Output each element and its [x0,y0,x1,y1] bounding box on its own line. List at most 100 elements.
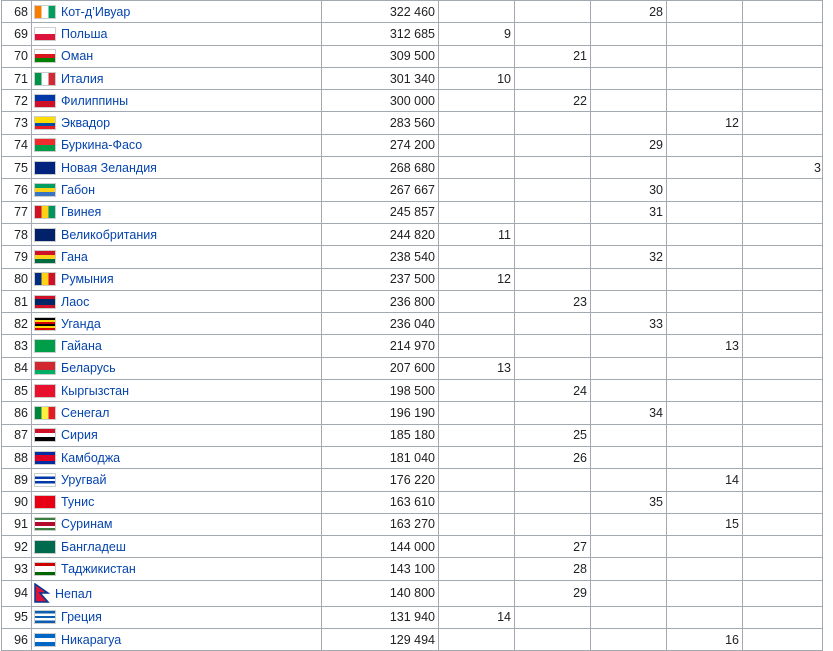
rank-column-2-cell [514,401,591,425]
rank-column-5-cell [742,200,823,224]
country-link[interactable]: Польша [61,27,107,41]
rank-cell: 88 [1,445,32,470]
country-link[interactable]: Суринам [61,517,113,531]
rank-column-5-cell [742,111,823,135]
country-link[interactable]: Таджикистан [61,562,136,576]
country-cell: Греция [31,605,322,630]
flag-syria-icon [34,428,56,443]
country-link[interactable]: Уругвай [61,473,106,487]
table-row: 90 Тунис 163 610 35 [1,490,823,514]
rank-column-3-cell: 35 [590,490,667,514]
rank-column-5-cell [742,512,823,537]
table-row: 86 Сенегал 196 190 34 [1,401,823,425]
country-cell: Таджикистан [31,557,322,581]
rank-column-4-cell [666,356,743,381]
rank-cell: 81 [1,289,32,314]
country-link[interactable]: Филиппины [61,94,128,108]
table-row: 76 Габон 267 667 30 [1,178,823,202]
rank-cell: 86 [1,401,32,425]
rank-column-3-cell: 32 [590,245,667,269]
rank-cell: 70 [1,44,32,68]
rank-column-2-cell [514,628,591,651]
rank-column-5-cell [742,401,823,425]
rank-column-4-cell [666,312,743,336]
flag-romania-icon [34,272,56,287]
rank-column-5-cell [742,334,823,358]
country-cell: Румыния [31,267,322,291]
country-link[interactable]: Буркина-Фасо [61,138,142,152]
rank-column-5-cell [742,379,823,403]
country-cell: Камбоджа [31,445,322,470]
country-cell: Филиппины [31,89,322,113]
country-link[interactable]: Непал [55,587,92,601]
rank-column-2-cell [514,312,591,336]
country-link[interactable]: Сенегал [61,406,109,420]
rank-column-5-cell [742,222,823,247]
rank-column-5-cell [742,267,823,291]
rank-column-3-cell [590,44,667,68]
area-cell: 236 800 [321,289,439,314]
country-link[interactable]: Гайана [61,339,102,353]
country-link[interactable]: Румыния [61,272,114,286]
country-link[interactable]: Великобритания [61,228,157,242]
country-link[interactable]: Бангладеш [61,540,126,554]
country-link[interactable]: Оман [61,49,93,63]
country-link[interactable]: Эквадор [61,116,110,130]
rank-cell: 73 [1,111,32,135]
rank-column-4-cell [666,401,743,425]
table-row: 73 Эквадор 283 560 12 [1,111,823,135]
country-cell: Оман [31,44,322,68]
rank-cell: 89 [1,468,32,492]
rank-column-2-cell [514,512,591,537]
country-link[interactable]: Кыргызстан [61,384,129,398]
rank-column-5-cell [742,0,823,24]
country-link[interactable]: Греция [61,610,102,624]
country-link[interactable]: Беларусь [61,361,116,375]
rank-column-5-cell [742,22,823,46]
rank-column-1-cell [438,445,515,470]
area-cell: 176 220 [321,468,439,492]
country-link[interactable]: Уганда [61,317,101,331]
country-cell: Непал [31,579,322,607]
rank-column-5-cell [742,312,823,336]
table-row: 84 Беларусь 207 600 13 [1,356,823,381]
rank-column-4-cell [666,579,743,607]
rank-column-4-cell [666,66,743,91]
country-link[interactable]: Кот-д’Ивуар [61,5,130,19]
rank-column-1-cell [438,89,515,113]
table-row: 91 Суринам 163 270 15 [1,512,823,537]
country-link[interactable]: Габон [61,183,95,197]
country-link[interactable]: Гана [61,250,88,264]
country-link[interactable]: Новая Зеландия [61,161,157,175]
rank-column-5-cell [742,468,823,492]
country-cell: Новая Зеландия [31,156,322,180]
flag-ecuador-icon [34,116,56,131]
rank-column-2-cell: 23 [514,289,591,314]
country-cell: Бангладеш [31,535,322,559]
country-link[interactable]: Сирия [61,428,98,442]
country-link[interactable]: Камбоджа [61,451,120,465]
country-link[interactable]: Гвинея [61,205,101,219]
country-link[interactable]: Италия [61,72,104,86]
table-row: 88 Камбоджа 181 040 26 [1,445,823,470]
rank-cell: 69 [1,22,32,46]
country-link[interactable]: Лаос [61,295,89,309]
rank-column-1-cell [438,133,515,158]
country-cell: Гайана [31,334,322,358]
rank-cell: 75 [1,156,32,180]
rank-column-2-cell [514,66,591,91]
rank-column-4-cell [666,200,743,224]
area-cell: 144 000 [321,535,439,559]
country-link[interactable]: Тунис [61,495,94,509]
rank-column-1-cell [438,312,515,336]
table-row: 81 Лаос 236 800 23 [1,289,823,314]
country-cell: Буркина-Фасо [31,133,322,158]
table-row: 82 Уганда 236 040 33 [1,312,823,336]
flag-poland-icon [34,26,56,41]
flag-united-kingdom-icon [34,227,56,242]
table-row: 94 Непал 140 800 29 [1,579,823,607]
area-cell: 207 600 [321,356,439,381]
rank-column-1-cell [438,535,515,559]
rank-column-2-cell [514,267,591,291]
rank-column-2-cell [514,22,591,46]
